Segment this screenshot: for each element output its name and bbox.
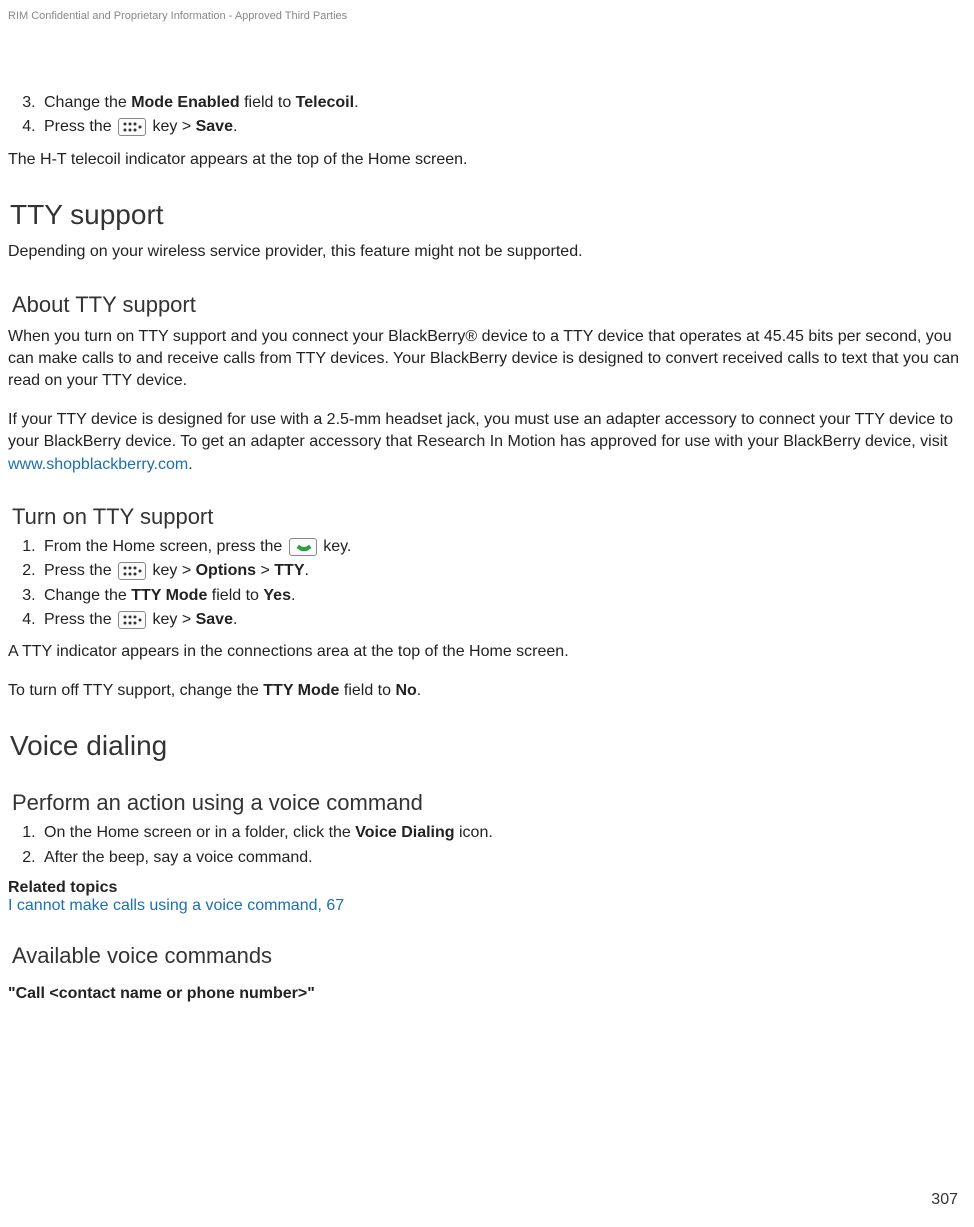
- about-tty-paragraph: When you turn on TTY support and you con…: [8, 326, 966, 393]
- about-tty-paragraph-2: If your TTY device is designed for use w…: [8, 409, 966, 476]
- confidential-header: RIM Confidential and Proprietary Informa…: [0, 10, 974, 92]
- list-item: Press the key > Options > TTY.: [40, 560, 966, 582]
- page-number: 307: [931, 1191, 958, 1209]
- page-content: Change the Mode Enabled field to Telecoi…: [0, 92, 974, 1003]
- para-text: If your TTY device is designed for use w…: [8, 411, 953, 450]
- result-paragraph: The H-T telecoil indicator appears at th…: [8, 149, 966, 171]
- step-text: .: [233, 118, 237, 135]
- shop-blackberry-link[interactable]: www.shopblackberry.com: [8, 456, 188, 473]
- step-text: Press the: [44, 562, 116, 579]
- call-key-icon: [289, 538, 317, 556]
- turn-on-tty-steps: From the Home screen, press the key. Pre…: [8, 536, 966, 632]
- list-item: Change the Mode Enabled field to Telecoi…: [40, 92, 966, 114]
- menu-key-icon: [118, 562, 146, 580]
- step-text: Press the: [44, 611, 116, 628]
- field-value: Telecoil: [296, 94, 354, 111]
- step-text: key >: [148, 611, 196, 628]
- field-value: Yes: [263, 587, 291, 604]
- step-text: Change the: [44, 94, 131, 111]
- action-label: Save: [196, 118, 233, 135]
- list-item: Press the key > Save.: [40, 609, 966, 631]
- menu-path: Options: [196, 562, 256, 579]
- subsection-about-tty: About TTY support: [8, 292, 966, 318]
- list-item: On the Home screen or in a folder, click…: [40, 822, 966, 844]
- step-text: From the Home screen, press the: [44, 538, 287, 555]
- step-text: .: [233, 611, 237, 628]
- related-topic-link[interactable]: I cannot make calls using a voice comman…: [8, 897, 966, 915]
- tty-result-paragraph: A TTY indicator appears in the connectio…: [8, 641, 966, 663]
- step-text: >: [256, 562, 274, 579]
- step-text: icon.: [455, 824, 493, 841]
- field-name: TTY Mode: [263, 682, 339, 699]
- action-label: Save: [196, 611, 233, 628]
- field-name: Mode Enabled: [131, 94, 239, 111]
- field-name: TTY Mode: [131, 587, 207, 604]
- para-text: .: [417, 682, 421, 699]
- step-text: After the beep, say a voice command.: [44, 849, 313, 866]
- subsection-available-commands: Available voice commands: [8, 943, 966, 969]
- step-text: field to: [207, 587, 263, 604]
- tty-turn-off-paragraph: To turn off TTY support, change the TTY …: [8, 680, 966, 702]
- step-text: field to: [240, 94, 296, 111]
- step-text: .: [354, 94, 358, 111]
- step-text: Change the: [44, 587, 131, 604]
- step-text: .: [291, 587, 295, 604]
- list-item: Change the TTY Mode field to Yes.: [40, 585, 966, 607]
- step-text: Press the: [44, 118, 116, 135]
- list-item: Press the key > Save.: [40, 116, 966, 138]
- document-page: RIM Confidential and Proprietary Informa…: [0, 0, 974, 1227]
- section-title-voice: Voice dialing: [8, 730, 966, 762]
- field-value: No: [395, 682, 416, 699]
- list-item: From the Home screen, press the key.: [40, 536, 966, 558]
- section-title-tty: TTY support: [8, 199, 966, 231]
- subsection-turn-on-tty: Turn on TTY support: [8, 504, 966, 530]
- voice-command-call: "Call <contact name or phone number>": [8, 985, 966, 1003]
- list-item: After the beep, say a voice command.: [40, 847, 966, 869]
- step-text: key.: [319, 538, 352, 555]
- icon-name: Voice Dialing: [355, 824, 454, 841]
- tty-intro: Depending on your wireless service provi…: [8, 241, 966, 263]
- subsection-perform-voice: Perform an action using a voice command: [8, 790, 966, 816]
- step-text: key >: [148, 562, 196, 579]
- step-text: field to: [339, 682, 395, 699]
- menu-key-icon: [118, 611, 146, 629]
- step-text: key >: [148, 118, 196, 135]
- para-text: To turn off TTY support, change the: [8, 682, 263, 699]
- menu-path: TTY: [274, 562, 304, 579]
- menu-key-icon: [118, 118, 146, 136]
- mode-enabled-steps: Change the Mode Enabled field to Telecoi…: [8, 92, 966, 139]
- voice-steps: On the Home screen or in a folder, click…: [8, 822, 966, 869]
- step-text: On the Home screen or in a folder, click…: [44, 824, 355, 841]
- related-topics-heading: Related topics: [8, 879, 966, 897]
- step-text: .: [305, 562, 309, 579]
- para-text: .: [188, 456, 192, 473]
